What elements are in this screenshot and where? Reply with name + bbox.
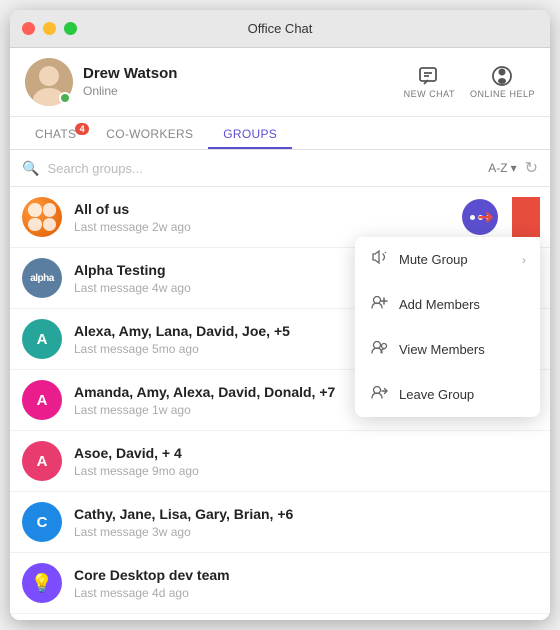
tab-chats[interactable]: CHATS 4 — [20, 117, 91, 149]
tab-coworkers[interactable]: CO-WORKERS — [91, 117, 208, 149]
group-last-message: Last message 3w ago — [74, 525, 538, 539]
sort-button[interactable]: A-Z ▾ — [488, 161, 516, 175]
view-members-label: View Members — [399, 342, 485, 357]
group-avatar-alpha: alpha — [22, 258, 62, 298]
ctx-mute-item[interactable]: Mute Group › — [355, 237, 540, 282]
search-input[interactable] — [47, 161, 480, 176]
view-members-icon — [369, 338, 389, 361]
tabs-container: CHATS 4 CO-WORKERS GROUPS — [10, 117, 550, 150]
online-help-label: ONLINE HELP — [470, 89, 535, 99]
new-chat-button[interactable]: NEW CHAT — [404, 65, 455, 99]
group-details-cathy: Cathy, Jane, Lisa, Gary, Brian, +6 Last … — [74, 506, 538, 539]
chevron-down-icon: ▾ — [511, 161, 517, 175]
ctx-view-item[interactable]: View Members — [355, 327, 540, 372]
group-options-button[interactable] — [462, 199, 498, 235]
group-avatar-allofus — [22, 197, 62, 237]
tab-groups[interactable]: GROUPS — [208, 117, 292, 149]
title-bar: Office Chat — [10, 10, 550, 48]
group-avatar-core: 💡 — [22, 563, 62, 603]
group-item-asoe[interactable]: A Asoe, David, + 4 Last message 9mo ago — [10, 431, 550, 492]
group-avatar-alexa: A — [22, 319, 62, 359]
close-button[interactable] — [22, 22, 35, 35]
window-title: Office Chat — [248, 21, 313, 36]
avatar-container — [25, 58, 73, 106]
help-icon — [491, 65, 513, 87]
minimize-button[interactable] — [43, 22, 56, 35]
maximize-button[interactable] — [64, 22, 77, 35]
leave-group-icon — [369, 383, 389, 406]
online-help-button[interactable]: ONLINE HELP — [470, 65, 535, 99]
ctx-leave-item[interactable]: Leave Group — [355, 372, 540, 417]
header-actions: NEW CHAT ONLINE HELP — [404, 65, 535, 99]
group-item-core[interactable]: 💡 Core Desktop dev team Last message 4d … — [10, 553, 550, 614]
dots-icon — [470, 215, 491, 220]
group-avatar-amanda: A — [22, 380, 62, 420]
group-avatar-asoe: A — [22, 441, 62, 481]
refresh-button[interactable]: ↻ — [525, 158, 538, 178]
group-item-cathy[interactable]: C Cathy, Jane, Lisa, Gary, Brian, +6 Las… — [10, 492, 550, 553]
groups-list[interactable]: All of us Last message 2w ago ➜ — [10, 187, 550, 620]
ctx-add-item[interactable]: Add Members — [355, 282, 540, 327]
group-details-core: Core Desktop dev team Last message 4d ag… — [74, 567, 538, 600]
chevron-right-icon: › — [522, 253, 526, 267]
user-info: Drew Watson Online — [25, 58, 177, 106]
sort-label: A-Z — [488, 161, 507, 175]
mute-icon — [369, 248, 389, 271]
new-chat-icon — [418, 65, 440, 87]
add-members-label: Add Members — [399, 297, 480, 312]
user-status: Online — [83, 84, 118, 98]
online-indicator — [59, 92, 71, 104]
group-details-asoe: Asoe, David, + 4 Last message 9mo ago — [74, 445, 538, 478]
leave-group-label: Leave Group — [399, 387, 474, 402]
search-icon: 🔍 — [22, 160, 39, 177]
group-item-counter[interactable]: 🎮 Counter strike — [10, 614, 550, 620]
header: Drew Watson Online NEW CHAT — [10, 48, 550, 117]
group-last-message: Last message 9mo ago — [74, 464, 538, 478]
group-name: Core Desktop dev team — [74, 567, 538, 583]
user-details: Drew Watson Online — [83, 65, 177, 100]
main-window: Office Chat Drew Watson Online — [10, 10, 550, 620]
user-name: Drew Watson — [83, 65, 177, 82]
search-bar: 🔍 A-Z ▾ ↻ — [10, 150, 550, 187]
mute-label: Mute Group — [399, 252, 468, 267]
chats-badge: 4 — [75, 123, 89, 135]
context-menu: Mute Group › Add Members — [355, 237, 540, 417]
group-item-allofus[interactable]: All of us Last message 2w ago ➜ — [10, 187, 550, 248]
group-name: Cathy, Jane, Lisa, Gary, Brian, +6 — [74, 506, 538, 522]
group-name: Asoe, David, + 4 — [74, 445, 538, 461]
group-last-message: Last message 4d ago — [74, 586, 538, 600]
refresh-icon: ↻ — [525, 160, 538, 177]
scroll-indicator — [512, 197, 540, 237]
group-avatar-cathy: C — [22, 502, 62, 542]
add-members-icon — [369, 293, 389, 316]
new-chat-label: NEW CHAT — [404, 89, 455, 99]
search-left: 🔍 — [22, 160, 480, 177]
window-controls — [22, 22, 77, 35]
